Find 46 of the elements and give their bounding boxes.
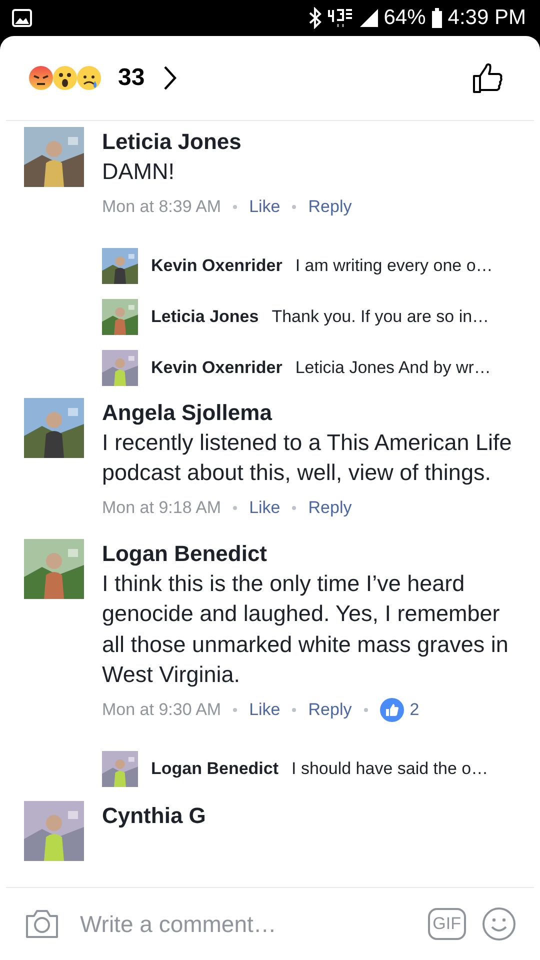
like-link[interactable]: Like xyxy=(249,694,280,724)
network-icon xyxy=(328,8,354,28)
reply-link[interactable]: Reply xyxy=(308,192,352,222)
separator-dot xyxy=(233,506,238,510)
comment-text: DAMN! xyxy=(102,158,176,186)
comment-time: Mon at 8:39 AM xyxy=(102,196,222,218)
separator-dot xyxy=(292,204,296,208)
clock: 4:39 PM xyxy=(448,6,526,30)
separator-dot xyxy=(233,204,238,208)
comment-author[interactable]: Logan Benedict xyxy=(102,538,520,568)
reply-author[interactable]: Kevin Oxenrider xyxy=(151,256,282,276)
bluetooth-icon xyxy=(308,7,322,29)
comment-text: I recently listened to a This American Life podcast about this, well, view of things. xyxy=(102,428,513,487)
comment-author[interactable]: Angela Sjollema xyxy=(102,398,520,428)
battery-icon xyxy=(432,8,442,28)
reply-text[interactable]: Leticia Jones And by wr… xyxy=(295,358,491,378)
reply-text[interactable]: I am writing every one o… xyxy=(295,256,493,276)
battery-percent: 64% xyxy=(384,6,426,30)
separator-dot xyxy=(292,506,296,510)
thumbs-up-icon[interactable] xyxy=(472,62,504,94)
reply-link[interactable]: Reply xyxy=(308,492,352,522)
smiley-icon[interactable] xyxy=(482,907,516,941)
comment-input[interactable]: Write a comment… xyxy=(76,904,412,944)
reply-link[interactable]: Reply xyxy=(308,694,352,724)
like-icon xyxy=(380,698,404,722)
like-count: 2 xyxy=(410,698,420,720)
camera-icon[interactable] xyxy=(24,908,60,940)
like-link[interactable]: Like xyxy=(249,492,280,522)
comment-author[interactable]: Leticia Jones xyxy=(102,127,520,157)
reply-author[interactable]: Kevin Oxenrider xyxy=(151,358,282,378)
separator-dot xyxy=(364,708,368,712)
comment-author[interactable]: Cynthia G xyxy=(102,800,520,830)
signal-icon xyxy=(360,9,378,27)
reaction-count[interactable]: 33 xyxy=(118,64,145,92)
like-link[interactable]: Like xyxy=(249,192,280,222)
comment-text: I think this is the only time I’ve heard genocide and laughed. Yes, I remember all those unmarked white mass graves in West Virginia. xyxy=(102,570,510,689)
comment-time: Mon at 9:18 AM xyxy=(102,496,222,518)
reply-author[interactable]: Logan Benedict xyxy=(151,758,279,778)
reply-author[interactable]: Leticia Jones xyxy=(151,306,259,326)
chevron-right-icon[interactable] xyxy=(162,65,177,91)
separator-dot xyxy=(292,708,296,712)
reply-text[interactable]: I should have said the o… xyxy=(292,758,488,778)
image-icon xyxy=(12,9,32,27)
separator-dot xyxy=(233,708,238,712)
reply-text[interactable]: Thank you. If you are so in… xyxy=(272,306,490,326)
comment-time: Mon at 9:30 AM xyxy=(102,698,222,720)
